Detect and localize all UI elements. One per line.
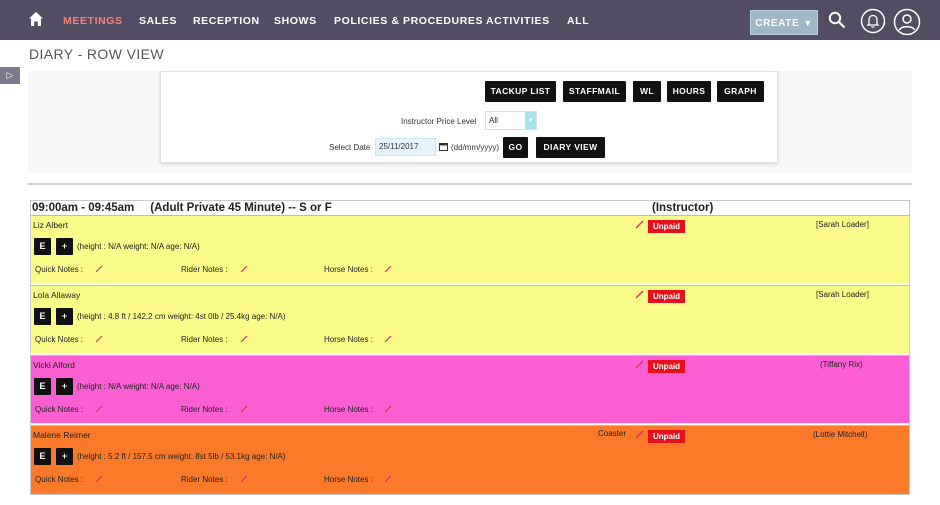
calendar-icon[interactable] — [439, 142, 448, 151]
quick-notes-label: Quick Notes : — [35, 405, 84, 414]
rider-notes-label: Rider Notes : — [181, 335, 228, 344]
horse-notes-label: Horse Notes : — [324, 265, 373, 274]
quick-notes-pencil-icon[interactable] — [95, 475, 103, 483]
rider-notes-label: Rider Notes : — [181, 265, 228, 274]
quick-notes-pencil-icon[interactable] — [95, 335, 103, 343]
rider-notes-pencil-icon[interactable] — [240, 265, 248, 273]
edit-pencil-icon[interactable] — [635, 430, 644, 439]
quick-notes-pencil-icon[interactable] — [95, 265, 103, 273]
slot-lesson-type: (Adult Private 45 Minute) -- S or F — [150, 202, 332, 214]
nav-item-activities[interactable]: ACTIVITIES — [486, 15, 550, 27]
booking-row: Vicki Alford Unpaid (Tiffany Rix) E + (h… — [31, 355, 909, 423]
nav-item-meetings[interactable]: MEETINGS — [63, 15, 123, 27]
instructor-heading: (Instructor) — [652, 202, 714, 214]
unpaid-badge[interactable]: Unpaid — [648, 430, 685, 443]
nav-item-sales[interactable]: SALES — [139, 15, 177, 27]
rider-metrics: (height : 4.8 ft / 142.2 cm weight: 4st … — [77, 312, 286, 321]
unpaid-badge[interactable]: Unpaid — [648, 360, 685, 373]
horse-notes-label: Horse Notes : — [324, 475, 373, 484]
edit-pencil-icon[interactable] — [635, 360, 644, 369]
tackup-list-button[interactable]: TACKUP LIST — [485, 81, 556, 102]
add-button[interactable]: + — [56, 448, 73, 465]
rider-name[interactable]: Liz Albert — [33, 220, 68, 230]
booking-row: Malene Reimer Coaster Unpaid (Lottie Mit… — [31, 425, 909, 494]
quick-notes-label: Quick Notes : — [35, 265, 84, 274]
sidebar-toggle-icon[interactable]: ▷ — [0, 67, 20, 84]
horse-notes-label: Horse Notes : — [324, 335, 373, 344]
booking-row: Lola Allaway Unpaid [Sarah Loader] E + (… — [31, 285, 909, 353]
page-title: DIARY - ROW VIEW — [29, 46, 165, 62]
instructor-name: [Sarah Loader] — [816, 220, 869, 229]
edit-button[interactable]: E — [34, 308, 51, 325]
go-button[interactable]: GO — [503, 137, 528, 158]
horse-notes-pencil-icon[interactable] — [384, 475, 392, 483]
instructor-name: (Lottie Mitchell) — [813, 430, 868, 439]
chevron-down-icon: ▼ — [803, 18, 813, 28]
price-level-select[interactable]: All ▾ — [485, 111, 537, 130]
home-icon[interactable] — [28, 11, 44, 27]
select-date-label: Select Date — [329, 143, 371, 152]
nav-item-policies[interactable]: POLICIES & PROCEDURES — [334, 15, 483, 27]
rider-name[interactable]: Vicki Alford — [33, 360, 75, 370]
add-button[interactable]: + — [56, 308, 73, 325]
wl-button[interactable]: WL — [633, 81, 661, 102]
rider-metrics: (height : N/A weight: N/A age: N/A) — [77, 242, 200, 251]
rider-name[interactable]: Lola Allaway — [33, 290, 80, 300]
nav-item-all[interactable]: ALL — [567, 15, 589, 27]
rider-name[interactable]: Malene Reimer — [33, 430, 91, 440]
edit-button[interactable]: E — [34, 238, 51, 255]
search-icon[interactable] — [828, 11, 846, 29]
instructor-name: (Tiffany Rix) — [820, 360, 863, 369]
chevron-down-icon: ▾ — [525, 112, 536, 129]
slot-time-range: 09:00am - 09:45am — [32, 202, 135, 214]
quick-notes-pencil-icon[interactable] — [95, 405, 103, 413]
booking-row: Liz Albert Unpaid [Sarah Loader] E + (he… — [31, 215, 909, 283]
date-input[interactable]: 25/11/2017 — [375, 138, 436, 156]
edit-pencil-icon[interactable] — [635, 220, 644, 229]
slot-time: 09:00am - 09:45am (Adult Private 45 Minu… — [32, 202, 332, 214]
horse-notes-label: Horse Notes : — [324, 405, 373, 414]
rider-notes-pencil-icon[interactable] — [240, 405, 248, 413]
top-navbar: MEETINGS SALES RECEPTION SHOWS POLICIES … — [0, 0, 940, 40]
unpaid-badge[interactable]: Unpaid — [648, 290, 685, 303]
price-level-value: All — [489, 116, 498, 125]
rider-notes-label: Rider Notes : — [181, 475, 228, 484]
rider-notes-pencil-icon[interactable] — [240, 475, 248, 483]
quick-notes-label: Quick Notes : — [35, 335, 84, 344]
horse-notes-pencil-icon[interactable] — [384, 405, 392, 413]
date-format-hint: (dd/mm/yyyy) — [451, 143, 499, 152]
divider — [28, 183, 912, 185]
quick-notes-label: Quick Notes : — [35, 475, 84, 484]
price-level-label: Instructor Price Level — [401, 117, 477, 126]
add-button[interactable]: + — [56, 378, 73, 395]
graph-button[interactable]: GRAPH — [717, 81, 764, 102]
instructor-name: [Sarah Loader] — [816, 290, 869, 299]
diary-view-button[interactable]: DIARY VIEW — [536, 137, 605, 158]
rider-notes-pencil-icon[interactable] — [240, 335, 248, 343]
horse-notes-pencil-icon[interactable] — [384, 335, 392, 343]
rider-metrics: (height : 5.2 ft / 157.5 cm weight: 8st … — [77, 452, 286, 461]
rider-notes-label: Rider Notes : — [181, 405, 228, 414]
hours-button[interactable]: HOURS — [667, 81, 711, 102]
bell-icon[interactable] — [860, 8, 886, 34]
edit-pencil-icon[interactable] — [635, 290, 644, 299]
rider-metrics: (height : N/A weight: N/A age: N/A) — [77, 382, 200, 391]
staffmail-button[interactable]: STAFFMAIL — [563, 81, 626, 102]
nav-item-shows[interactable]: SHOWS — [274, 15, 317, 27]
create-label: CREATE — [755, 18, 800, 29]
horse-notes-pencil-icon[interactable] — [384, 265, 392, 273]
unpaid-badge[interactable]: Unpaid — [648, 220, 685, 233]
user-avatar-icon[interactable] — [893, 8, 921, 36]
nav-item-reception[interactable]: RECEPTION — [193, 15, 260, 27]
edit-button[interactable]: E — [34, 448, 51, 465]
create-button[interactable]: CREATE ▼ — [750, 10, 818, 35]
add-button[interactable]: + — [56, 238, 73, 255]
edit-button[interactable]: E — [34, 378, 51, 395]
horse-name: Coaster — [598, 429, 627, 438]
